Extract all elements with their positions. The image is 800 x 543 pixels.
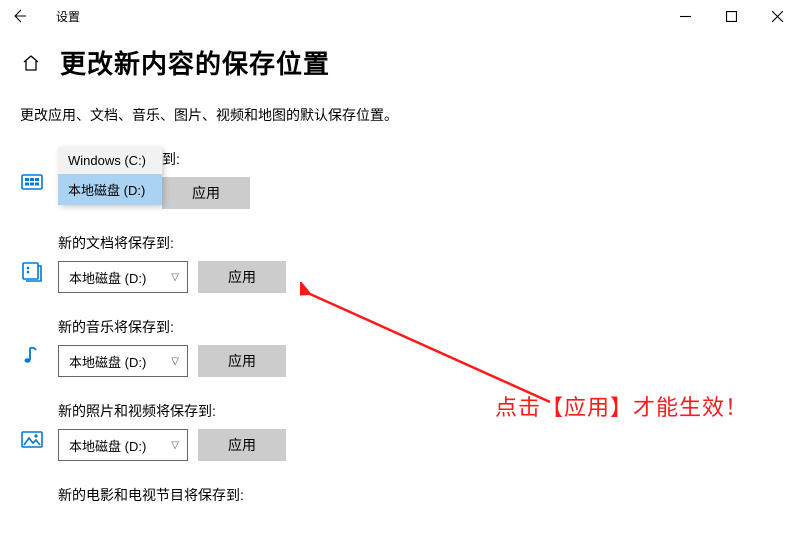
dropdown-docs[interactable]: 本地磁盘 (D:) ▽ [58,261,188,293]
row-movies-body: 新的电影和电视节目将保存到: [58,483,244,505]
content: 更改新内容的保存位置 更改应用、文档、音乐、图片、视频和地图的默认保存位置。 到… [0,32,800,509]
document-icon [20,259,44,283]
dropdown-music-value: 本地磁盘 (D:) [69,352,146,371]
arrow-left-icon [11,8,27,24]
apps-dropdown-popup: Windows (C:) 本地磁盘 (D:) [58,147,162,205]
dropdown-photos-value: 本地磁盘 (D:) [69,436,146,455]
music-icon [20,343,44,367]
window-controls [662,1,800,31]
row-movies: 新的电影和电视节目将保存到: [20,483,780,509]
apply-button-docs[interactable]: 应用 [198,261,286,293]
row-apps-label: 到: [162,149,250,169]
photo-icon [20,427,44,451]
dropdown-photos[interactable]: 本地磁盘 (D:) ▽ [58,429,188,461]
maximize-button[interactable] [708,1,754,31]
apply-button-apps[interactable]: 应用 [162,177,250,209]
dropdown-option-c[interactable]: Windows (C:) [58,147,162,174]
row-music-body: 新的音乐将保存到: 本地磁盘 (D:) ▽ 应用 [58,315,286,377]
header: 更改新内容的保存位置 [20,44,780,81]
titlebar: 设置 [0,0,800,32]
close-icon [772,11,783,22]
dropdown-option-d[interactable]: 本地磁盘 (D:) [58,174,162,205]
close-button[interactable] [754,1,800,31]
page-title: 更改新内容的保存位置 [60,44,330,81]
row-docs-body: 新的文档将保存到: 本地磁盘 (D:) ▽ 应用 [58,231,286,293]
dropdown-docs-value: 本地磁盘 (D:) [69,268,146,287]
row-music-label: 新的音乐将保存到: [58,317,286,337]
back-button[interactable] [4,1,34,31]
chevron-down-icon: ▽ [171,356,179,367]
apps-icon [20,169,44,193]
row-docs: 新的文档将保存到: 本地磁盘 (D:) ▽ 应用 [20,231,780,293]
row-music: 新的音乐将保存到: 本地磁盘 (D:) ▽ 应用 [20,315,780,377]
home-icon [21,53,41,73]
dropdown-music[interactable]: 本地磁盘 (D:) ▽ [58,345,188,377]
row-apps: 到: 应用 Windows (C:) 本地磁盘 (D:) [20,147,780,209]
row-docs-label: 新的文档将保存到: [58,233,286,253]
annotation-text: 点击【应用】才能生效！ [495,390,748,422]
apply-button-photos[interactable]: 应用 [198,429,286,461]
window-title: 设置 [56,8,80,25]
minimize-button[interactable] [662,1,708,31]
apply-button-music[interactable]: 应用 [198,345,286,377]
page-subtitle: 更改应用、文档、音乐、图片、视频和地图的默认保存位置。 [20,105,780,125]
maximize-icon [726,11,737,22]
minimize-icon [680,11,691,22]
titlebar-left: 设置 [4,1,80,31]
chevron-down-icon: ▽ [171,440,179,451]
row-movies-label: 新的电影和电视节目将保存到: [58,485,244,505]
chevron-down-icon: ▽ [171,272,179,283]
row-photos-body: 新的照片和视频将保存到: 本地磁盘 (D:) ▽ 应用 [58,399,286,461]
home-button[interactable] [20,52,42,74]
row-photos-label: 新的照片和视频将保存到: [58,401,286,421]
